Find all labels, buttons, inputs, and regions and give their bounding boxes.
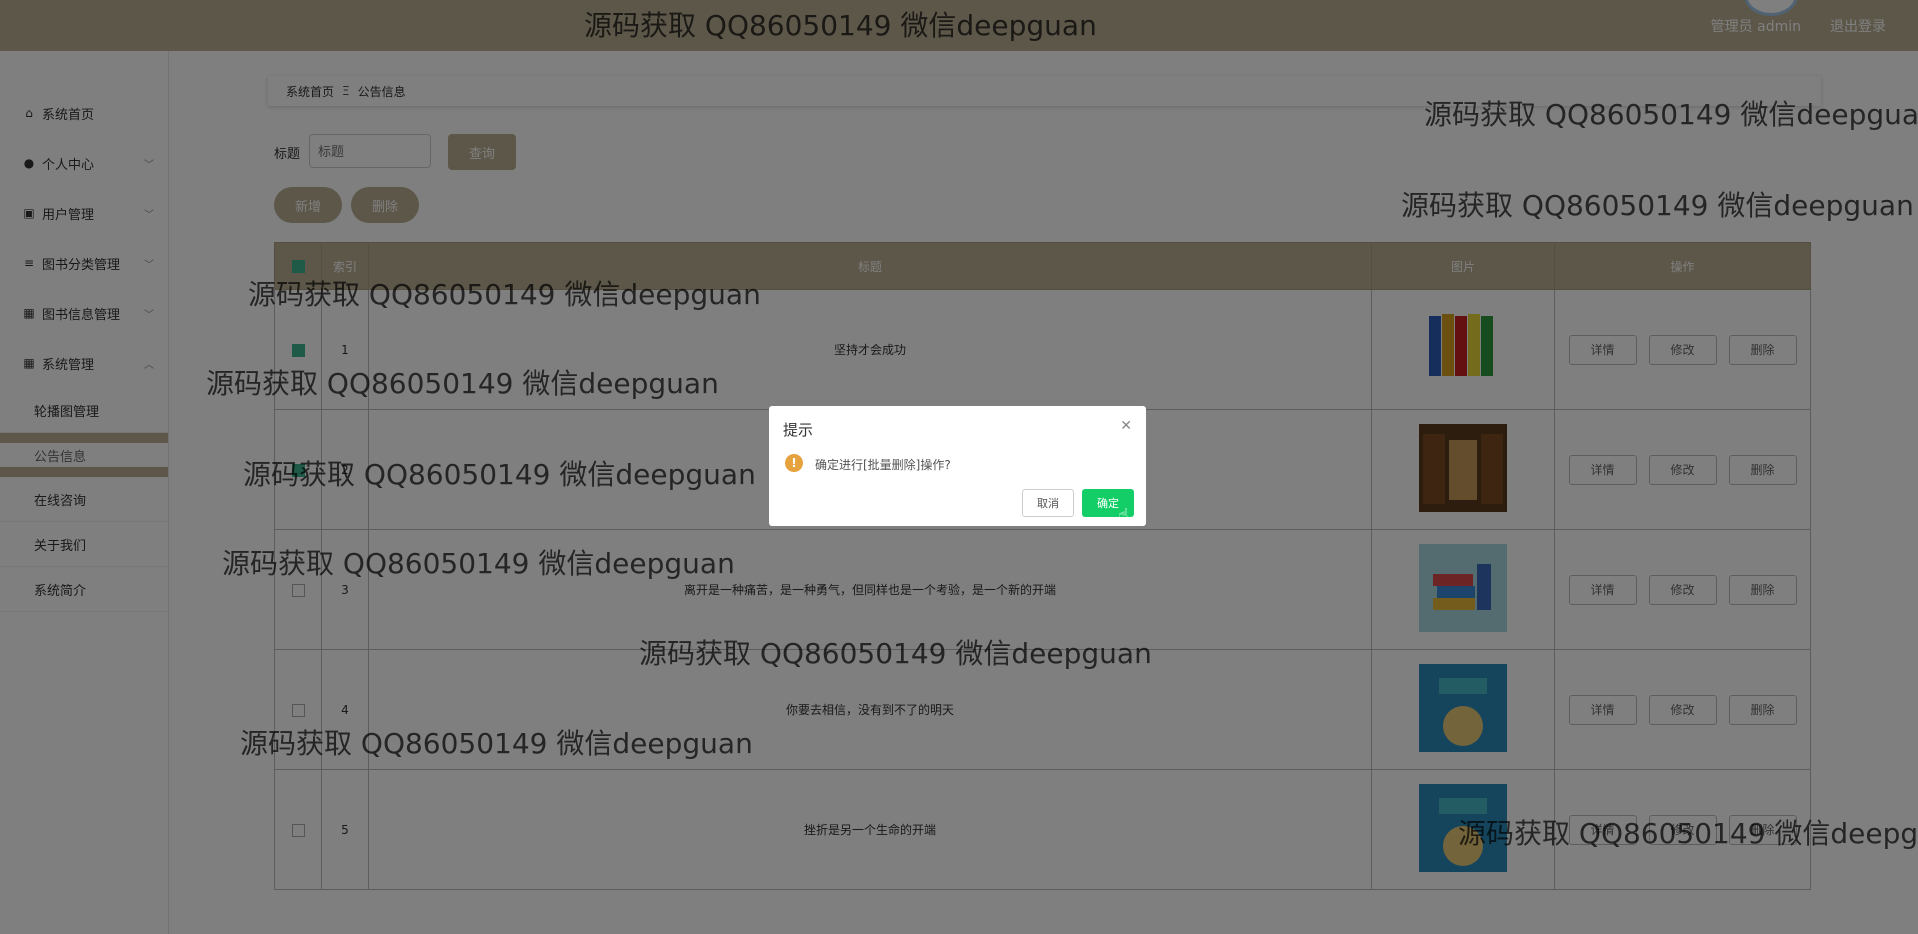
- watermark: 源码获取 QQ86050149 微信deepguan: [584, 9, 1097, 42]
- confirm-dialog: 提示 ✕ ! 确定进行[批量删除]操作? 取消 确定: [769, 406, 1146, 526]
- watermark: 源码获取 QQ86050149 微信deepguan: [248, 278, 761, 311]
- watermark: 源码获取 QQ86050149 微信deepguan: [243, 458, 756, 491]
- watermark: 源码获取 QQ86050149 微信deepguan: [240, 727, 753, 760]
- watermark: 源码获取 QQ86050149 微信deepguan: [206, 367, 719, 400]
- close-icon[interactable]: ✕: [1120, 418, 1132, 434]
- watermark: 源码获取 QQ86050149 微信deepguan: [639, 637, 1152, 670]
- watermark: 源码获取 QQ86050149 微信deepguan: [1401, 189, 1914, 222]
- hand-cursor-icon: ☝: [1118, 505, 1129, 526]
- warning-icon: !: [785, 454, 803, 472]
- watermark: 源码获取 QQ86050149 微信deepguan: [1424, 98, 1918, 131]
- watermark: 源码获取 QQ86050149 微信deepguan: [222, 547, 735, 580]
- dialog-title: 提示: [783, 421, 814, 439]
- dialog-message: 确定进行[批量删除]操作?: [815, 458, 951, 472]
- watermark: 源码获取 QQ86050149 微信deepguan: [1458, 817, 1918, 850]
- cancel-button[interactable]: 取消: [1022, 489, 1074, 517]
